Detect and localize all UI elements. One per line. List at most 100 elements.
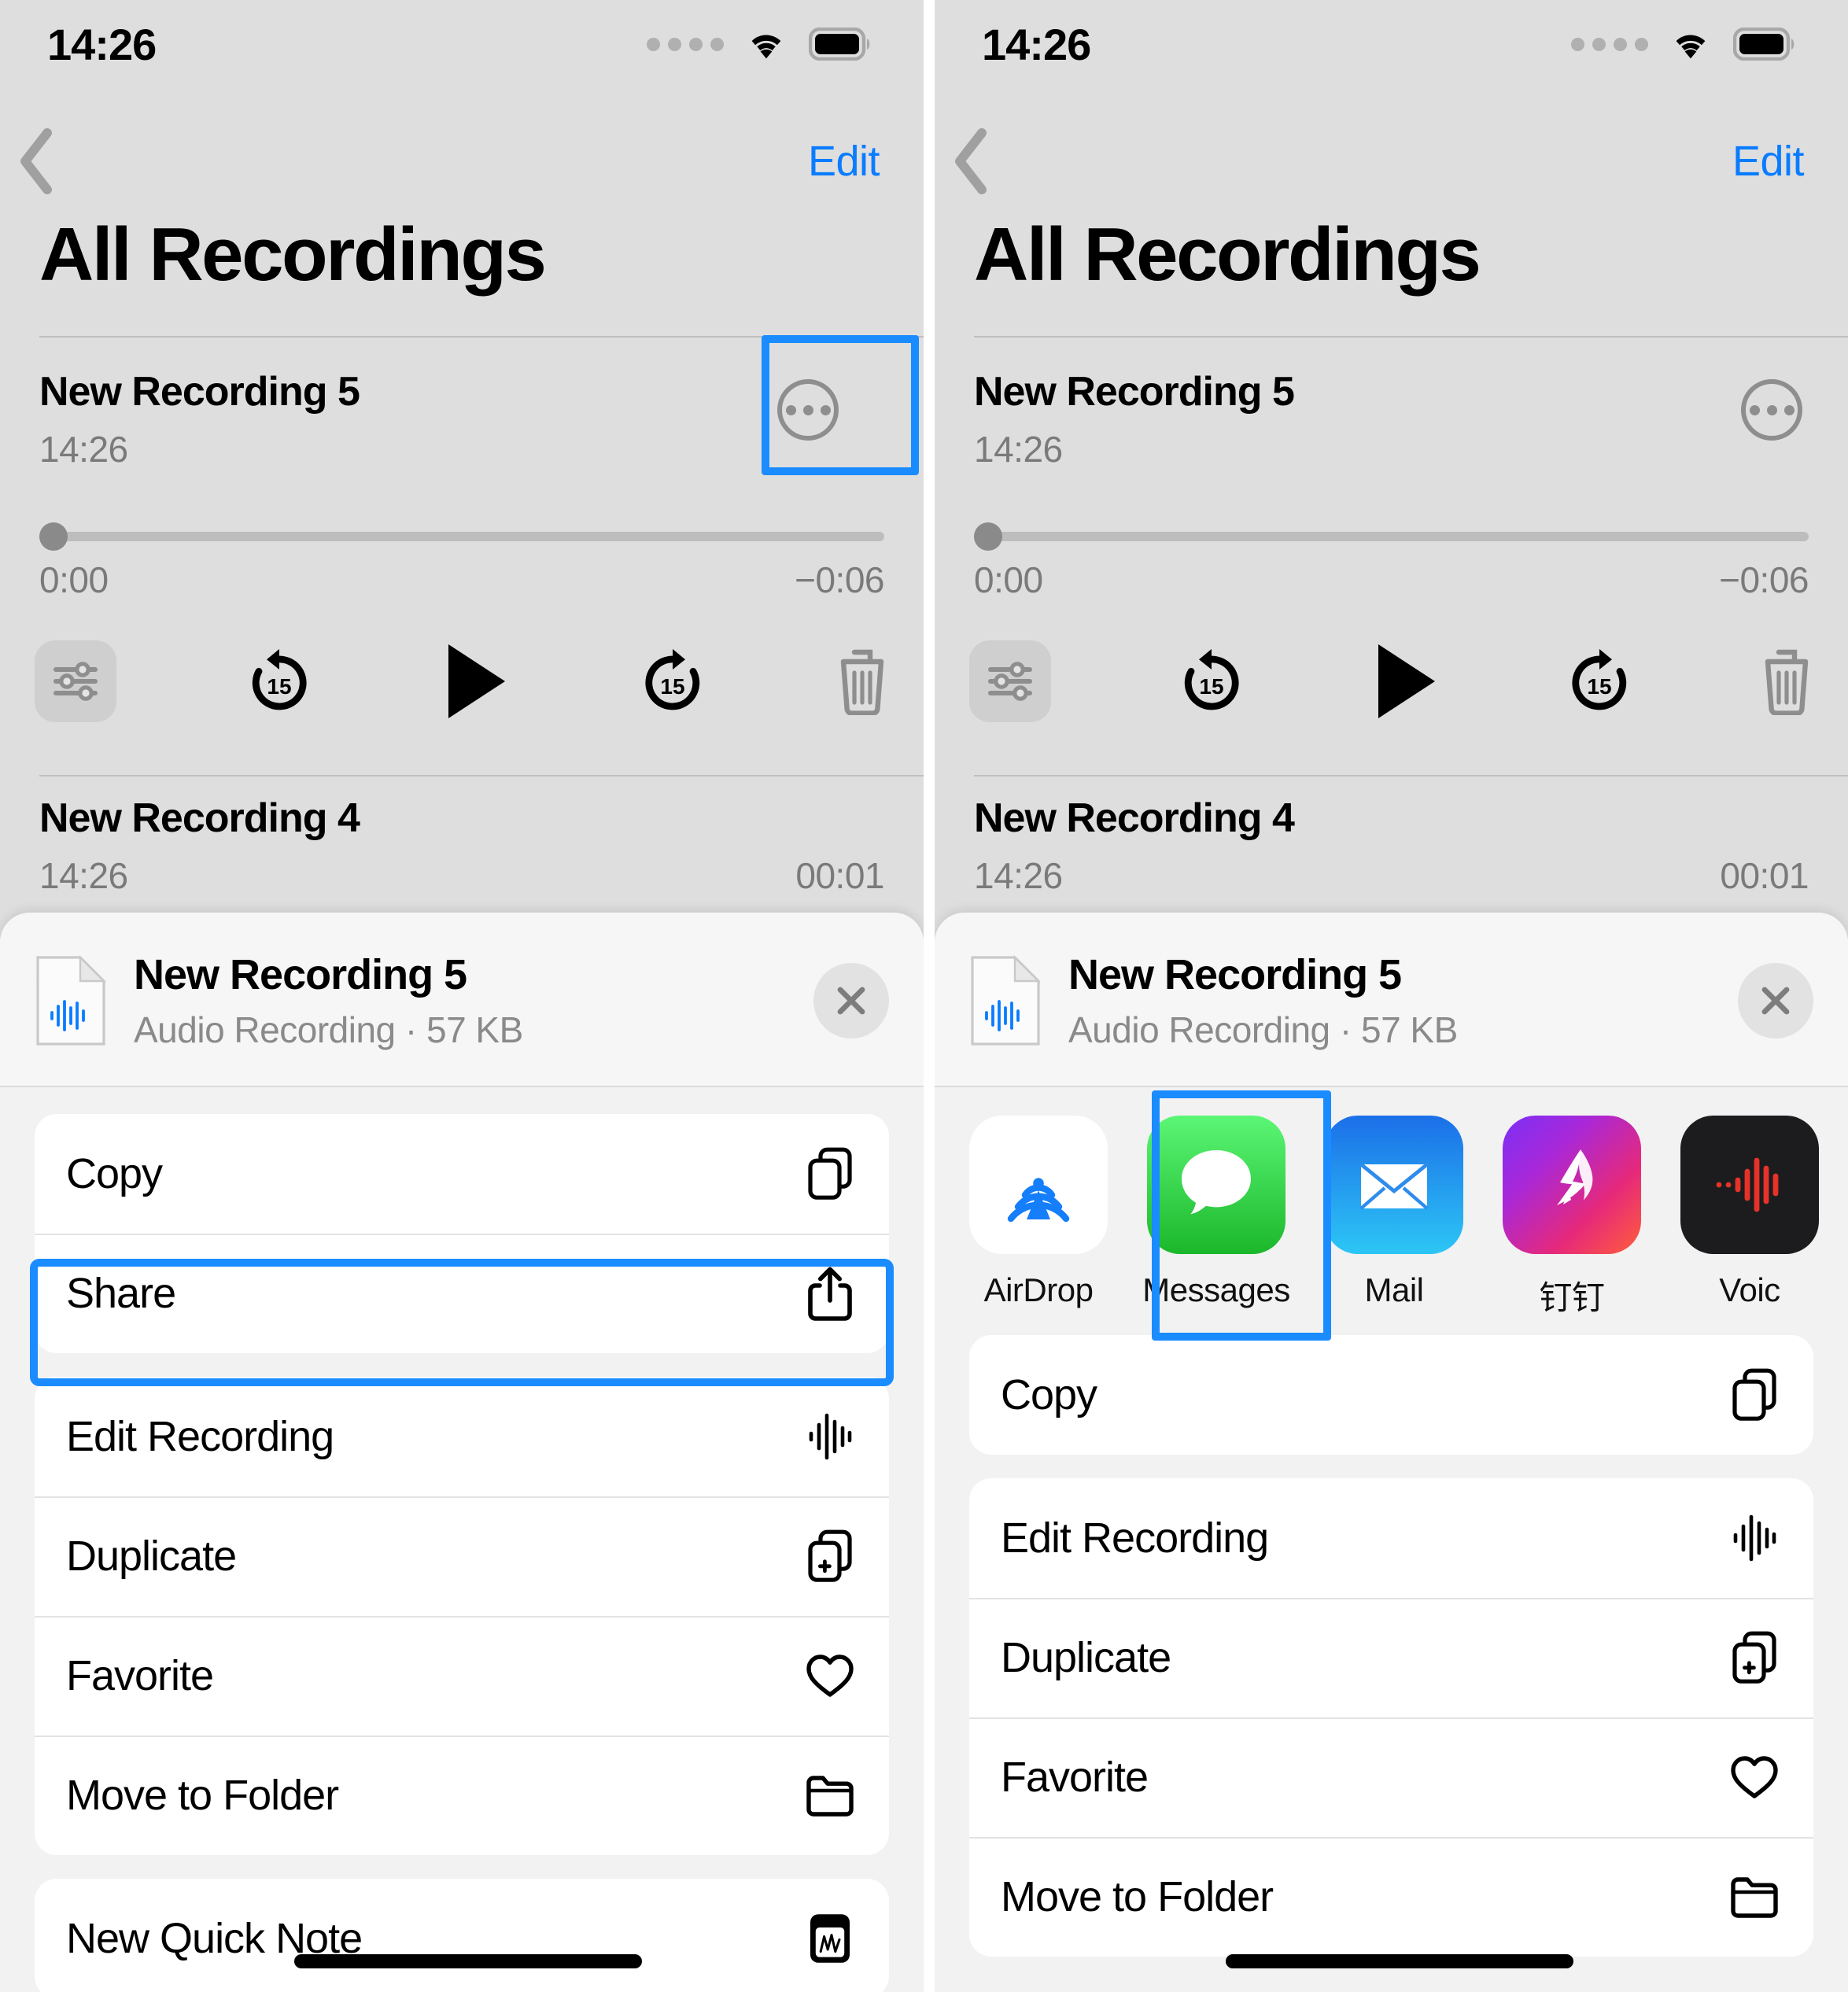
trash-icon[interactable] [835,647,889,715]
menu-item-favorite[interactable]: Favorite [35,1616,889,1736]
audio-settings-icon[interactable] [35,640,116,722]
scrubber-knob[interactable] [39,522,68,551]
recording-row-4[interactable]: New Recording 4 14:26 00:01 [974,795,1809,897]
edit-button[interactable]: Edit [1732,137,1805,186]
playback-scrubber[interactable]: 0:00 −0:06 [974,522,1809,601]
menu-item-edit-recording[interactable]: Edit Recording [35,1377,889,1496]
share-file-subtitle: Audio Recording · 57 KB [134,1009,523,1050]
share-target-messages[interactable]: Messages [1142,1116,1290,1319]
recording-time: 14:26 [39,429,128,470]
recording-name: New Recording 4 [39,795,360,841]
play-icon[interactable] [442,641,510,721]
left-screen: 14:26 Edit All Recordings New Recording … [0,0,924,1992]
right-screen: 14:26 Edit All Recordings New Recording … [935,0,1848,1992]
svg-text:15: 15 [1588,674,1612,699]
share-file-title: New Recording 5 [134,951,467,998]
share-file-title: New Recording 5 [1068,951,1402,998]
menu-item-label: Edit Recording [1001,1514,1269,1562]
home-indicator [294,1954,642,1968]
share-target-label: Messages [1142,1271,1290,1308]
recording-row-5[interactable]: New Recording 5 14:26 [39,368,884,470]
chevron-left-icon[interactable] [17,128,65,194]
playback-scrubber[interactable]: 0:00 −0:06 [39,522,884,601]
cellular-dots-icon [647,37,724,51]
status-bar: 14:26 [0,0,924,88]
menu-item-move-to-folder[interactable]: Move to Folder [35,1736,889,1855]
battery-full-icon [1733,28,1799,61]
duplicate-icon [1727,1631,1782,1684]
share-target-voice-memos[interactable]: Voic [1680,1116,1819,1319]
menu-item-edit-recording[interactable]: Edit Recording [969,1478,1813,1598]
share-sheet: New Recording 5 Audio Recording · 57 KB … [0,913,924,1992]
list-divider [39,336,924,338]
rewind-15-icon[interactable]: 15 [243,645,315,717]
remaining-time: −0:06 [795,559,884,600]
share-target-label: AirDrop [983,1271,1094,1308]
menu-item-share[interactable]: Share [35,1234,889,1353]
svg-text:15: 15 [267,674,291,699]
list-divider [974,775,1848,777]
share-target-mail[interactable]: Mail [1325,1116,1463,1319]
recording-name: New Recording 5 [974,369,1295,415]
messages-icon [1147,1116,1285,1254]
airdrop-icon [969,1116,1108,1254]
menu-item-duplicate[interactable]: Duplicate [35,1496,889,1616]
share-targets-row[interactable]: AirDrop Messages Mail 钉钉 Voic [935,1087,1848,1335]
elapsed-time: 0:00 [39,559,109,600]
recording-duration: 00:01 [1720,855,1809,896]
play-icon[interactable] [1372,641,1440,721]
share-sheet-header: New Recording 5 Audio Recording · 57 KB [935,913,1848,1087]
recording-row-5[interactable]: New Recording 5 14:26 [974,368,1809,470]
menu-item-move-to-folder[interactable]: Move to Folder [969,1837,1813,1957]
audio-document-icon [969,954,1042,1047]
menu-item-new-quick-note[interactable]: New Quick Note [35,1879,889,1992]
recording-duration: 00:01 [795,855,884,896]
screen-divider [924,0,935,1992]
trash-icon[interactable] [1760,647,1813,715]
audio-settings-icon[interactable] [969,640,1051,722]
folder-icon [1727,1874,1782,1920]
menu-item-label: Edit Recording [66,1413,334,1460]
menu-group-actions: Edit Recording Duplicate Favorite Move t… [969,1478,1813,1957]
menu-item-favorite[interactable]: Favorite [969,1717,1813,1837]
chevron-left-icon[interactable] [952,128,999,194]
menu-item-duplicate[interactable]: Duplicate [969,1598,1813,1717]
transport-controls: 15 15 [35,640,889,722]
cellular-dots-icon [1571,37,1648,51]
svg-text:15: 15 [1199,674,1223,699]
scrubber-knob[interactable] [974,522,1002,551]
copy-icon [802,1147,858,1201]
ellipsis-circle-icon[interactable] [777,379,839,441]
scrubber-track[interactable] [39,522,884,551]
status-time: 14:26 [47,19,157,69]
forward-15-icon[interactable]: 15 [636,645,709,717]
svg-text:15: 15 [660,674,684,699]
recording-time: 14:26 [974,429,1063,470]
menu-group-copy-share: Copy Share [35,1114,889,1353]
share-target-airdrop[interactable]: AirDrop [969,1116,1108,1319]
mail-icon [1325,1116,1463,1254]
menu-item-copy[interactable]: Copy [969,1335,1813,1455]
wifi-icon [1667,27,1714,61]
recording-time: 14:26 [974,855,1063,896]
menu-item-copy[interactable]: Copy [35,1114,889,1234]
nav-bar: Edit [935,118,1848,205]
rewind-15-icon[interactable]: 15 [1175,645,1248,717]
recording-row-4[interactable]: New Recording 4 14:26 00:01 [39,795,884,897]
folder-icon [802,1773,858,1818]
page-title: All Recordings [39,212,547,297]
forward-15-icon[interactable]: 15 [1563,645,1636,717]
waveform-icon [802,1411,858,1463]
edit-button[interactable]: Edit [808,137,880,186]
ellipsis-circle-icon[interactable] [1741,379,1802,441]
share-target-dingtalk[interactable]: 钉钉 [1503,1116,1641,1319]
heart-icon [1727,1754,1782,1801]
menu-item-label: Copy [1001,1371,1097,1418]
menu-item-label: Duplicate [66,1533,237,1580]
close-x-icon[interactable] [813,963,889,1038]
scrubber-track[interactable] [974,522,1809,551]
audio-document-icon [35,954,107,1047]
nav-bar: Edit [0,118,924,205]
battery-full-icon [809,28,875,61]
close-x-icon[interactable] [1738,963,1813,1038]
